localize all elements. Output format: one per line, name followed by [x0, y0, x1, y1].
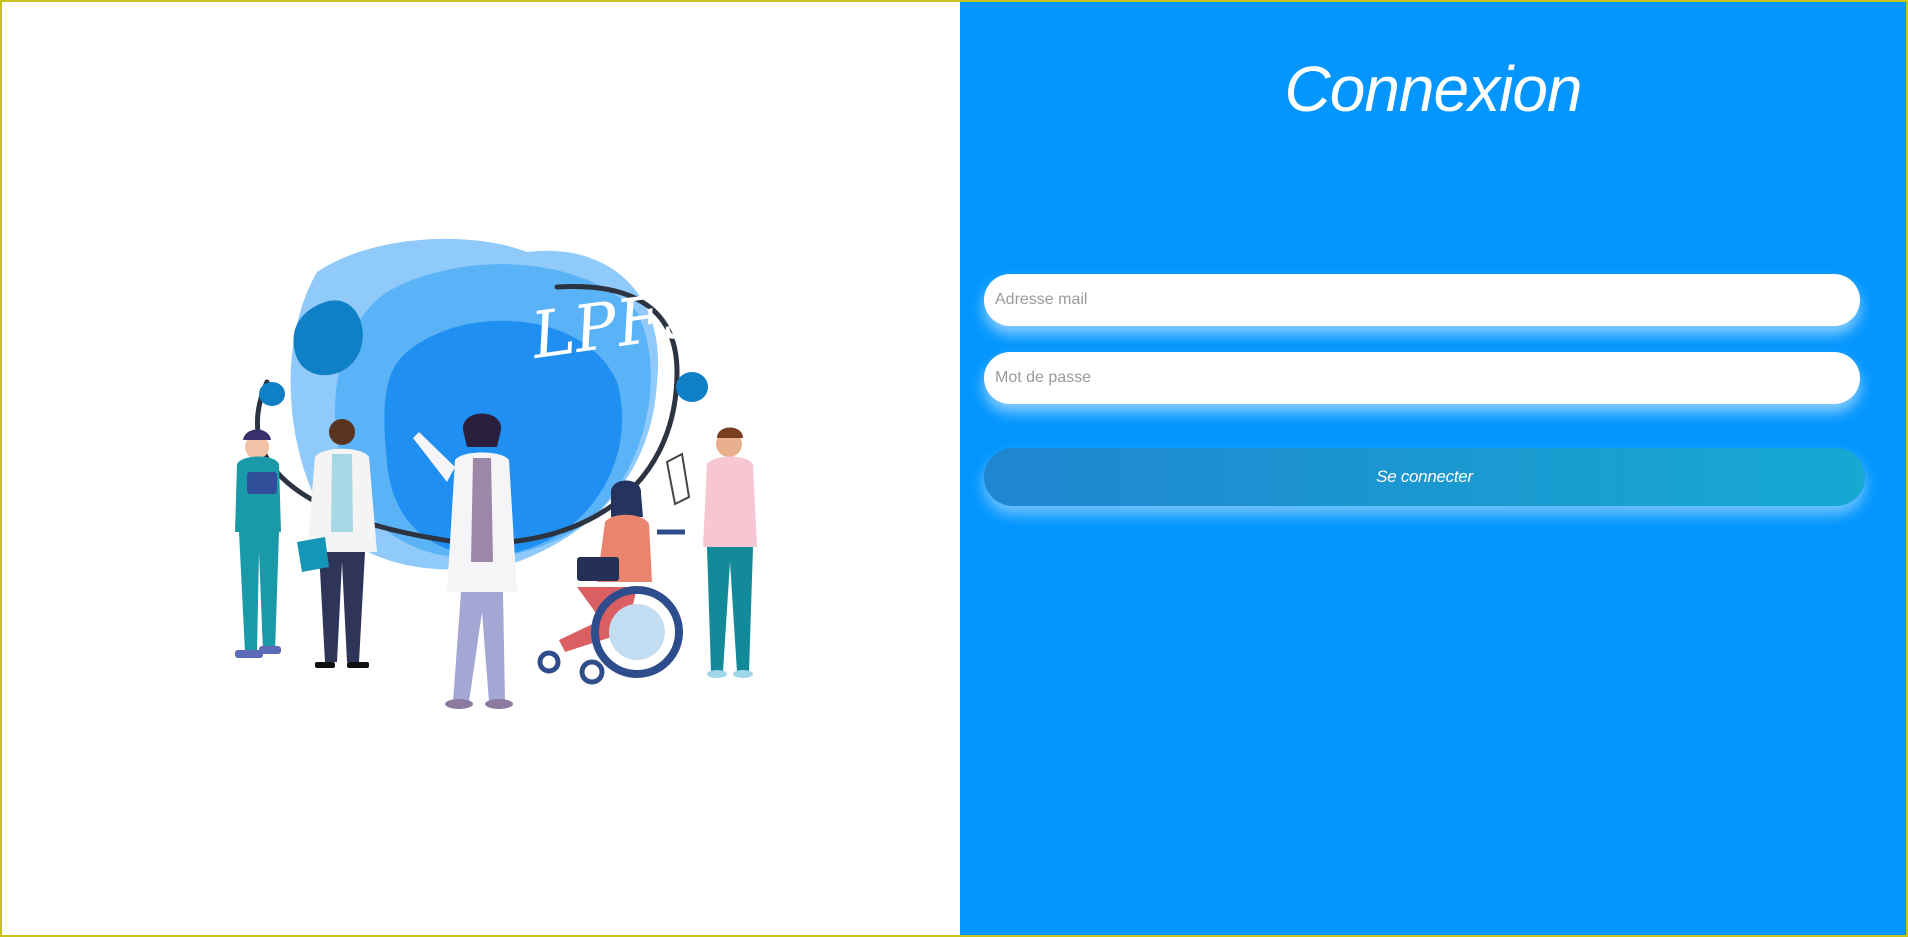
- login-panel: Connexion Se connecter: [960, 2, 1906, 935]
- login-button[interactable]: Se connecter: [984, 448, 1865, 506]
- illustration-panel: LPFS: [2, 2, 960, 935]
- page-frame: LPFS Connexion Adresse mail Se connecter: [0, 0, 1908, 937]
- login-title: Connexion: [1284, 53, 1583, 125]
- healthcare-team-illustration: LPFS: [235, 238, 757, 709]
- person-nurse: [235, 429, 281, 658]
- email-input[interactable]: [984, 274, 1860, 326]
- password-input[interactable]: [984, 352, 1860, 404]
